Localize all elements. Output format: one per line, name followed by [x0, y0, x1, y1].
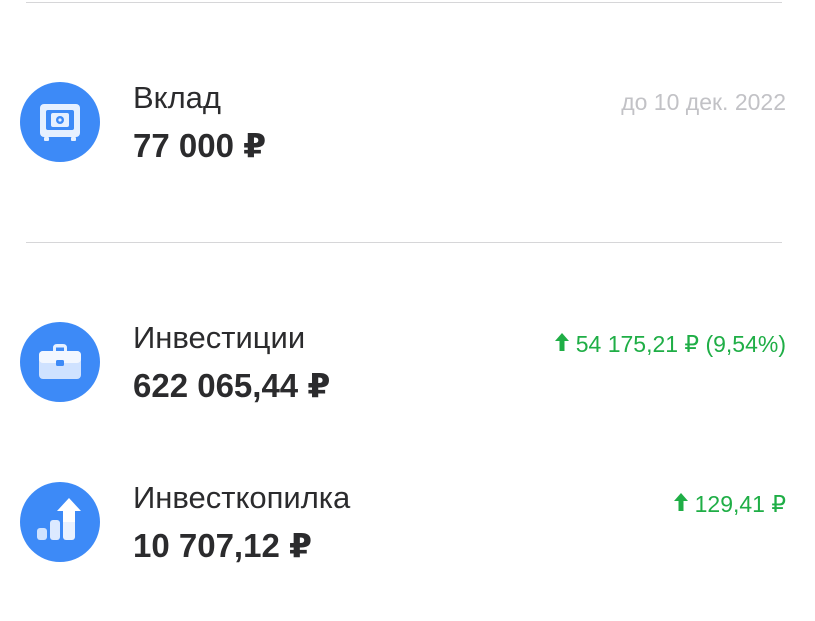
arrow-up-icon: [554, 330, 570, 358]
investments-row[interactable]: Инвестиции 622 065,44 ₽ 54 175,21 ₽ (9,5…: [0, 312, 815, 412]
invest-piggybank-row[interactable]: Инвесткопилка 10 707,12 ₽ 129,41 ₽: [0, 472, 815, 572]
deposit-amount: 77 000 ₽: [133, 127, 267, 164]
growth-chart-icon: [20, 482, 100, 562]
invest-piggybank-change-value: 129,41 ₽: [694, 491, 786, 517]
invest-piggybank-change: 129,41 ₽: [673, 490, 786, 518]
arrow-up-icon: [673, 490, 689, 518]
invest-piggybank-title: Инвесткопилка: [133, 480, 351, 515]
briefcase-icon: [20, 322, 100, 402]
deposit-row[interactable]: Вклад 77 000 ₽ до 10 дек. 2022: [0, 72, 815, 172]
deposit-title: Вклад: [133, 80, 222, 115]
investments-change-value: 54 175,21 ₽ (9,54%): [575, 331, 786, 357]
safe-icon: [20, 82, 100, 162]
investments-amount: 622 065,44 ₽: [133, 367, 331, 404]
deposit-term: до 10 дек. 2022: [621, 89, 786, 115]
investments-title: Инвестиции: [133, 320, 306, 355]
top-divider: [26, 2, 782, 3]
middle-divider: [26, 242, 782, 243]
invest-piggybank-amount: 10 707,12 ₽: [133, 527, 312, 564]
investments-change: 54 175,21 ₽ (9,54%): [554, 330, 786, 358]
